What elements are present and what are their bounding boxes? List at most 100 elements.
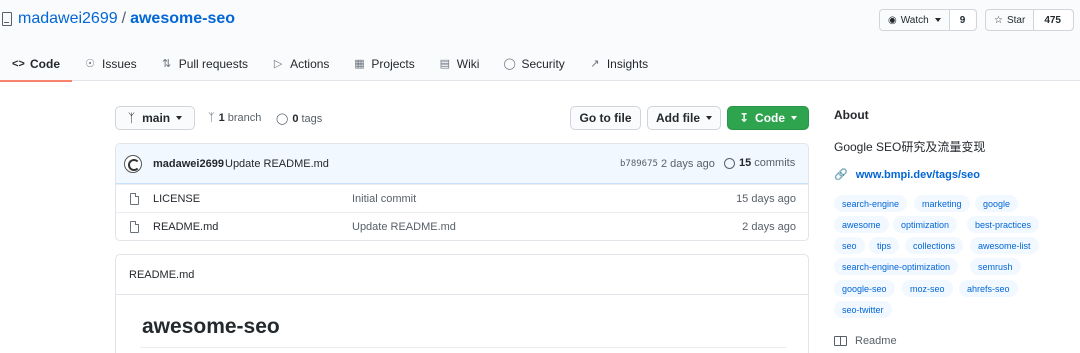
topic-tag[interactable]: seo [834, 237, 865, 254]
file-list: madawei2699 Update README.md b789675 2 d… [115, 143, 809, 241]
repo-tabs: <> Code ☉ Issues ⇅ Pull requests ▷ Actio… [0, 46, 660, 82]
branch-icon: ᛉ [127, 111, 136, 125]
topic-tag[interactable]: seo-twitter [834, 301, 892, 318]
branches-link[interactable]: ᛉ 1 branch [208, 112, 261, 124]
star-button[interactable]: ☆ Star [986, 10, 1033, 30]
tab-label: Pull requests [178, 56, 249, 71]
commit-hash[interactable]: b789675 [620, 159, 658, 169]
readme-panel: README.md awesome-seo [115, 254, 809, 353]
topic-tag[interactable]: google-seo [834, 280, 895, 297]
tab-pull-requests[interactable]: ⇅ Pull requests [149, 46, 260, 81]
website-link[interactable]: 🔗 www.bmpi.dev/tags/seo [834, 168, 980, 182]
tags-link[interactable]: ◯ 0 tags [276, 112, 323, 126]
tab-wiki[interactable]: ▤ Wiki [427, 46, 492, 81]
tab-insights[interactable]: ↗ Insights [577, 46, 660, 81]
history-icon [724, 157, 735, 169]
star-count[interactable]: 475 [1033, 10, 1071, 30]
star-button-group: ☆ Star 475 [985, 9, 1074, 31]
commits-label: commits [754, 157, 796, 169]
code-button-label: Code [755, 111, 786, 125]
code-download-button[interactable]: ↧ Code [727, 106, 809, 130]
website-url: www.bmpi.dev/tags/seo [855, 168, 980, 181]
readme-heading: awesome-seo [142, 315, 280, 338]
branches-label: branch [227, 112, 262, 124]
file-commit-link[interactable]: Update README.md [352, 221, 456, 233]
eye-icon: ◉ [888, 14, 897, 26]
branch-icon: ᛉ [208, 112, 215, 124]
watch-count[interactable]: 9 [948, 10, 976, 30]
about-title: About [834, 108, 869, 122]
repo-icon [2, 12, 12, 26]
file-icon [130, 221, 139, 233]
repo-name-link[interactable]: awesome-seo [130, 10, 235, 28]
repo-header: madawei2699 / awesome-seo ◉ Watch 9 ☆ St… [0, 0, 1080, 82]
topic-tag[interactable]: optimization [893, 216, 958, 233]
code-icon: <> [12, 57, 25, 70]
commit-time: 2 days ago [661, 158, 715, 170]
tab-projects[interactable]: ▦ Projects [341, 46, 426, 81]
shield-icon: ◯ [503, 58, 516, 70]
tag-icon: ◯ [276, 113, 289, 125]
link-icon: 🔗 [834, 169, 848, 181]
commit-message[interactable]: Update README.md [225, 158, 329, 170]
branch-name: main [142, 111, 171, 125]
repo-separator: / [121, 10, 127, 27]
download-icon: ↧ [738, 111, 750, 125]
file-name-link[interactable]: LICENSE [153, 193, 200, 205]
repo-owner-link[interactable]: madawei2699 [18, 10, 118, 28]
book-icon: ▤ [439, 58, 450, 70]
star-icon: ☆ [994, 14, 1003, 26]
project-icon: ▦ [354, 58, 365, 70]
topic-tag[interactable]: awesome [834, 216, 889, 233]
commit-author[interactable]: madawei2699 [153, 158, 224, 170]
watch-button-group: ◉ Watch 9 [879, 9, 977, 31]
tab-label: Security [521, 56, 565, 71]
avatar[interactable] [124, 155, 142, 173]
branch-select-button[interactable]: ᛉ main [115, 106, 195, 130]
tags-label: tags [301, 112, 323, 125]
topic-tag[interactable]: semrush [970, 258, 1021, 275]
topic-tag[interactable]: best-practices [967, 216, 1040, 233]
topic-tag[interactable]: marketing [914, 195, 970, 212]
repo-title: madawei2699 / awesome-seo [2, 10, 235, 28]
book-icon [834, 336, 847, 346]
branches-count: 1 [218, 112, 225, 124]
table-row: LICENSE Initial commit 15 days ago [116, 184, 808, 212]
chevron-down-icon [706, 116, 712, 120]
tab-label: Projects [371, 56, 415, 71]
watch-label: Watch [900, 14, 929, 26]
pull-request-icon: ⇅ [162, 58, 172, 70]
tags-count: 0 [292, 112, 299, 125]
tab-security[interactable]: ◯ Security [491, 46, 576, 81]
topic-tag[interactable]: search-engine [834, 195, 908, 212]
play-icon: ▷ [273, 58, 283, 70]
chevron-down-icon [934, 18, 941, 22]
tab-issues[interactable]: ☉ Issues [72, 46, 149, 81]
table-row: README.md Update README.md 2 days ago [116, 212, 808, 240]
readme-filename: README.md [116, 255, 808, 295]
go-to-file-button[interactable]: Go to file [570, 106, 641, 130]
commits-count: 15 [739, 157, 752, 169]
topic-tag[interactable]: tips [869, 237, 900, 254]
topic-tag[interactable]: awesome-list [970, 237, 1039, 254]
topic-tag[interactable]: search-engine-optimization [834, 258, 959, 275]
tab-actions[interactable]: ▷ Actions [260, 46, 341, 81]
tab-label: Insights [606, 56, 649, 71]
about-description: Google SEO研究及流量变现 [834, 140, 986, 154]
latest-commit-bar: madawei2699 Update README.md b789675 2 d… [116, 144, 808, 184]
issue-icon: ☉ [85, 58, 95, 70]
readme-label: Readme [855, 335, 897, 347]
readme-link[interactable]: Readme [834, 335, 897, 347]
topic-tag[interactable]: collections [905, 237, 964, 254]
file-commit-link[interactable]: Initial commit [352, 193, 416, 205]
topic-tag[interactable]: google [975, 195, 1019, 212]
tab-code[interactable]: <> Code [0, 46, 72, 82]
topic-tag[interactable]: moz-seo [902, 280, 953, 297]
topic-tag[interactable]: ahrefs-seo [959, 280, 1018, 297]
file-name-link[interactable]: README.md [153, 221, 218, 233]
file-age: 15 days ago [736, 193, 796, 205]
tab-label: Actions [290, 56, 330, 71]
watch-button[interactable]: ◉ Watch [880, 10, 949, 30]
add-file-button[interactable]: Add file [647, 106, 721, 130]
commits-link[interactable]: 15 commits [724, 157, 795, 169]
